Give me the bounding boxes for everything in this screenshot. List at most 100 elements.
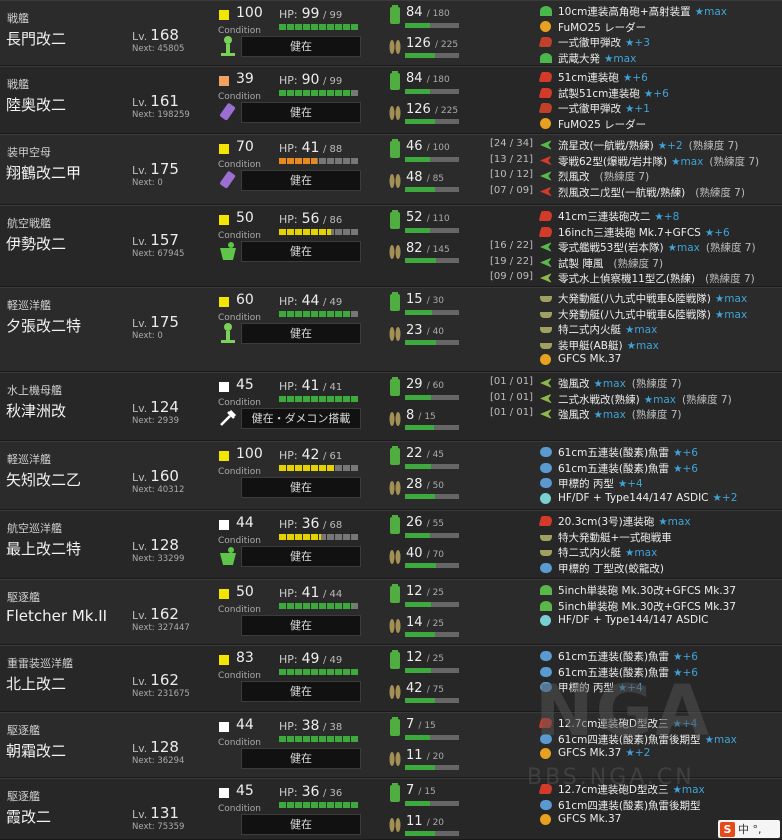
ship-row[interactable]: 駆逐艦 朝霜改二 Lv. 128 Next: 36294 44 Condition HP: 38… xyxy=(0,712,782,778)
equipment-label: 強風改 xyxy=(558,409,590,421)
equipment-item[interactable]: 特大発動艇+一式砲戦車 xyxy=(490,530,782,546)
equipment-item[interactable]: [24 / 34] 流星改(一航戦/熟練) ★+2 (熟練度 7) xyxy=(490,138,782,154)
equipment-item[interactable]: [19 / 22] 試製 陣風 (熟練度 7) xyxy=(490,256,782,272)
condition-indicator xyxy=(219,788,229,798)
ammo-bar xyxy=(405,340,459,345)
equipment-item[interactable]: FuMO25 レーダー xyxy=(490,117,782,133)
radar-icon xyxy=(540,117,551,129)
ship-row[interactable]: 水上機母艦 秋津洲改 Lv. 124 Next: 2939 45 Condition HP: 4… xyxy=(0,372,782,441)
equipment-item[interactable]: 61cm五連装(酸素)魚雷 ★+6 xyxy=(490,461,782,477)
equipment-item[interactable]: 51cm連装砲 ★+6 xyxy=(490,70,782,86)
equipment-item[interactable]: 61cm五連装(酸素)魚雷 ★+6 xyxy=(490,649,782,665)
equipment-item[interactable]: 一式徹甲弾改 ★+1 xyxy=(490,101,782,117)
equipment-name: 10cm連装高角砲+高射装置 ★max xyxy=(558,4,733,19)
ammo: 11 / 20 xyxy=(406,814,444,829)
equipment-item[interactable]: [10 / 12] 烈風改 (熟練度 7) xyxy=(490,169,782,185)
next-exp: Next: 45805 xyxy=(132,44,185,54)
fuel: 84 / 180 xyxy=(406,71,450,86)
hp: HP: 56 / 86 xyxy=(279,211,342,227)
ship-row[interactable]: 航空戦艦 伊勢改二 Lv. 157 Next: 67945 50 Condition HP: 5… xyxy=(0,205,782,287)
fuel-icon xyxy=(388,584,402,604)
equipment-item[interactable]: HF/DF + Type144/147 ASDIC xyxy=(490,614,782,630)
equipment-item[interactable]: 12.7cm連装砲D型改三 ★max xyxy=(490,782,782,798)
ammo-max: / 20 xyxy=(426,752,445,762)
equipment-item[interactable]: [09 / 09] 零式水上偵察機11型乙(熟練) (熟練度 7) xyxy=(490,271,782,286)
fuel-bar xyxy=(405,464,459,469)
equipment-name: GFCS Mk.37 xyxy=(558,353,631,365)
improvement-level: ★max xyxy=(643,393,676,406)
fuel-icon xyxy=(388,650,402,670)
ship-row[interactable]: 軽巡洋艦 矢矧改二乙 Lv. 160 Next: 40312 100 Condition HP… xyxy=(0,441,782,510)
equipment-item[interactable]: 61cm四連装(酸素)魚雷後期型 xyxy=(490,798,782,814)
hp: HP: 38 / 38 xyxy=(279,718,342,734)
ammo-bar xyxy=(405,563,459,568)
equipment-item[interactable]: 特二式内火艇 ★max xyxy=(490,545,782,561)
hp-bar xyxy=(279,311,359,317)
ammo-value: 23 xyxy=(406,323,423,338)
equipment-item[interactable]: 甲標的 丁型改(蛟龍改) xyxy=(490,561,782,577)
sogou-ime-icon[interactable]: S xyxy=(720,821,735,837)
equipment-item[interactable]: 16inch三連装砲 Mk.7+GFCS ★+6 xyxy=(490,225,782,241)
small-icon xyxy=(540,585,552,595)
ship-row[interactable]: 軽巡洋艦 夕張改二特 Lv. 175 Next: 0 60 Condition HP: 44 /… xyxy=(0,287,782,372)
condition-value: 44 xyxy=(236,717,254,733)
fuel-icon xyxy=(388,515,402,535)
equipment-item[interactable]: 試製51cm連装砲 ★+6 xyxy=(490,86,782,102)
ship-row[interactable]: 重雷装巡洋艦 北上改二 Lv. 162 Next: 231675 83 Condition H… xyxy=(0,645,782,712)
equipment-item[interactable]: 大発動艇(八九式中戦車&陸戦隊) ★max xyxy=(490,307,782,323)
equipment-item[interactable]: 61cm四連装(酸素)魚雷後期型 ★max xyxy=(490,732,782,748)
next-exp: Next: 36294 xyxy=(132,756,185,766)
equipment-item[interactable]: 一式徹甲弾改 ★+3 xyxy=(490,35,782,51)
ammo-icon xyxy=(388,408,402,428)
equipment-item[interactable]: 甲標的 丙型 ★+4 xyxy=(490,476,782,492)
condition-value: 45 xyxy=(236,377,254,393)
equipment-item[interactable]: 特二式内火艇 ★max xyxy=(490,322,782,338)
ship-row[interactable]: 駆逐艦 Fletcher Mk.II Lv. 162 Next: 327447 50 Con… xyxy=(0,579,782,645)
status-box: 健在 xyxy=(241,241,361,262)
equipment-item[interactable]: 甲標的 丙型 ★+4 xyxy=(490,680,782,696)
fuel-icon xyxy=(388,783,402,803)
improvement-level: ★max xyxy=(604,52,637,65)
ship-row[interactable]: 戦艦 陸奥改二 Lv. 161 Next: 198259 39 Condition HP: 90… xyxy=(0,66,782,134)
equipment-item[interactable]: [01 / 01] 二式水戦改(熟練) ★max (熟練度 7) xyxy=(490,392,782,408)
ime-mode-label[interactable]: 中 °, xyxy=(738,821,762,837)
fuel-bar xyxy=(405,668,459,673)
hp-current: 90 xyxy=(301,72,320,88)
improvement-level: ★+4 xyxy=(672,718,698,730)
equipment-item[interactable]: 12.7cm連装砲D型改三 ★+4 xyxy=(490,716,782,732)
equipment-item[interactable]: 61cm五連装(酸素)魚雷 ★+6 xyxy=(490,445,782,461)
equipment-label: 零式艦戦53型(岩本隊) xyxy=(558,242,664,254)
ship-row[interactable]: 戦艦 長門改二 Lv. 168 Next: 45805 100 Condition HP: 99… xyxy=(0,0,782,66)
equipment-item[interactable]: 5inch単装砲 Mk.30改+GFCS Mk.37 xyxy=(490,583,782,599)
equipment-item[interactable]: 10cm連装高角砲+高射装置 ★max xyxy=(490,4,782,20)
condition-indicator xyxy=(219,144,229,154)
equipment-item[interactable]: 20.3cm(3号)連装砲 ★max xyxy=(490,514,782,530)
equipment-item[interactable]: GFCS Mk.37 xyxy=(490,353,782,369)
improvement-level: ★+4 xyxy=(617,478,643,490)
equipment-item[interactable]: GFCS Mk.37 ★+2 xyxy=(490,747,782,763)
ime-toolbar[interactable]: S 中 °, xyxy=(718,820,780,838)
ammo-icon xyxy=(388,615,402,635)
ship-row[interactable]: 装甲空母 翔鶴改二甲 Lv. 175 Next: 0 70 Condition HP: 41 /… xyxy=(0,134,782,205)
equipment-item[interactable]: FuMO25 レーダー xyxy=(490,20,782,36)
equipment-name: HF/DF + Type144/147 ASDIC ★+2 xyxy=(558,492,743,504)
ship-row[interactable]: 駆逐艦 霞改二 Lv. 131 Next: 75359 45 Condition HP: 36 … xyxy=(0,778,782,840)
fuel-bar xyxy=(405,801,459,806)
equipment-item[interactable]: [13 / 21] 零戦62型(爆戦/岩井隊) ★max (熟練度 7) xyxy=(490,154,782,170)
equipment-list: 41cm三連装砲改二 ★+8 16inch三連装砲 Mk.7+GFCS ★+6 [16 … xyxy=(490,209,782,286)
equipment-item[interactable]: 61cm五連装(酸素)魚雷 ★+6 xyxy=(490,665,782,681)
sonar-icon xyxy=(540,615,551,626)
ship-row[interactable]: 航空巡洋艦 最上改二特 Lv. 128 Next: 33299 44 Condition HP… xyxy=(0,510,782,579)
equipment-item[interactable]: 大発動艇(八九式中戦車&陸戦隊) ★max xyxy=(490,291,782,307)
equipment-item[interactable]: 装甲艇(AB艇) ★max xyxy=(490,338,782,354)
equipment-item[interactable]: [07 / 09] 烈風改二戊型(一航戦/熟練) (熟練度 7) xyxy=(490,185,782,201)
level-label: Lv. xyxy=(132,675,148,688)
equipment-item[interactable]: 5inch単装砲 Mk.30改+GFCS Mk.37 xyxy=(490,599,782,615)
equipment-item[interactable]: [01 / 01] 強風改 ★max (熟練度 7) xyxy=(490,407,782,423)
equipment-item[interactable]: [01 / 01] 強風改 ★max (熟練度 7) xyxy=(490,376,782,392)
ship-name: 長門改二 xyxy=(6,30,67,48)
equipment-item[interactable]: HF/DF + Type144/147 ASDIC ★+2 xyxy=(490,492,782,508)
equipment-item[interactable]: 41cm三連装砲改二 ★+8 xyxy=(490,209,782,225)
equipment-item[interactable]: [16 / 22] 零式艦戦53型(岩本隊) ★max (熟練度 7) xyxy=(490,240,782,256)
equipment-item[interactable]: 武蔵大発 ★max xyxy=(490,51,782,66)
